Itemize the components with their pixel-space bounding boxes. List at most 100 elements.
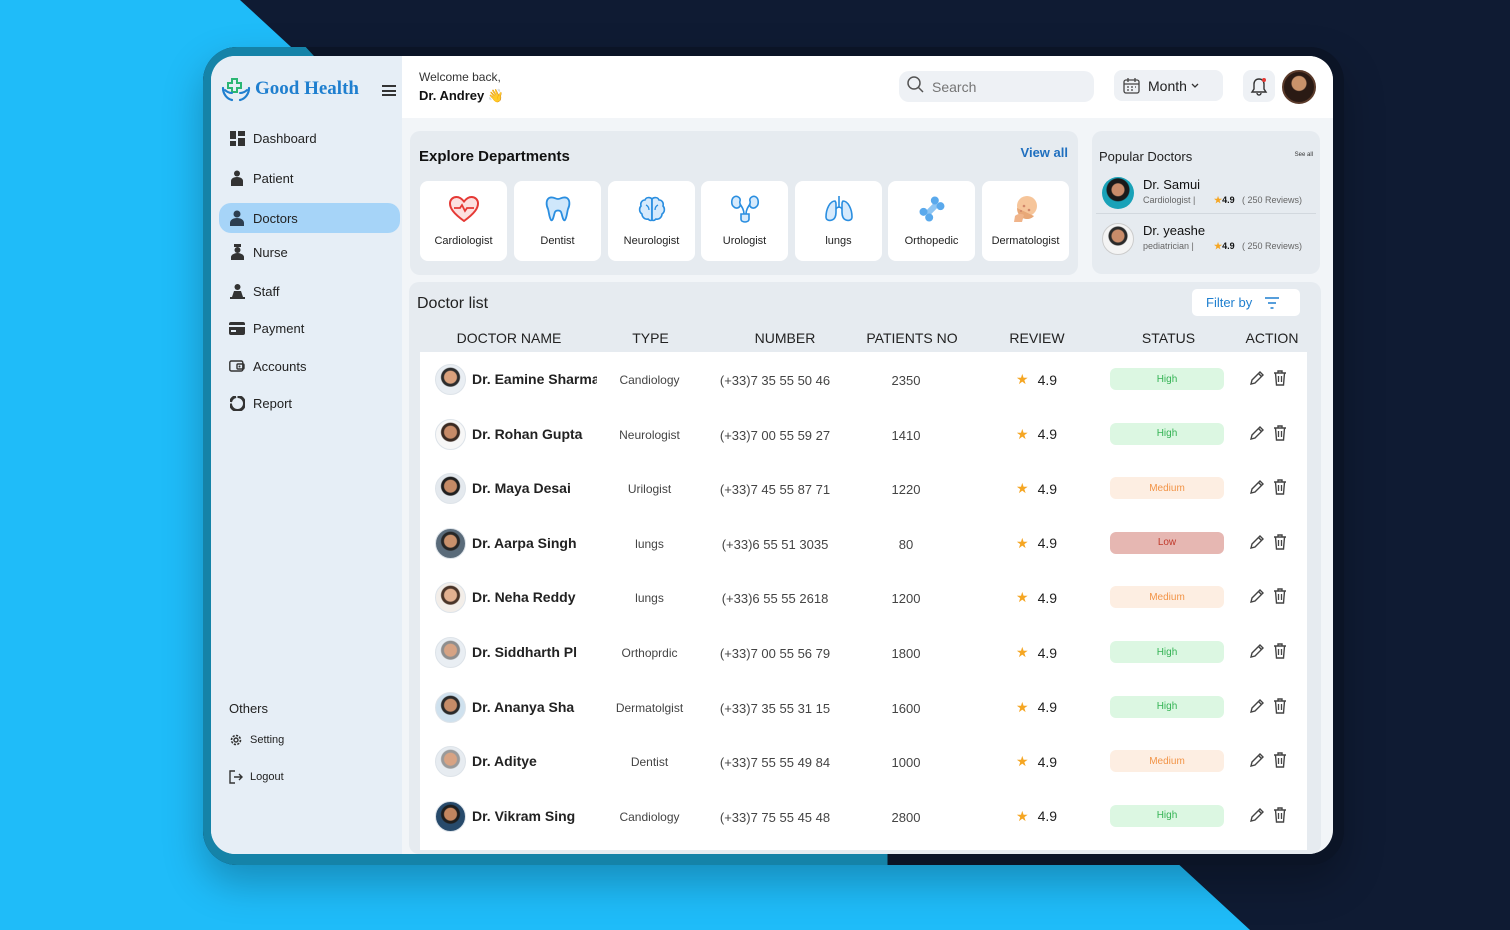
delete-icon[interactable] — [1273, 424, 1287, 441]
sidebar-item-dashboard[interactable]: Dashboard — [219, 123, 400, 153]
doctor-specialty: Cardiologist | — [1143, 195, 1196, 205]
brain-icon — [638, 194, 666, 224]
sidebar-item-label: Payment — [253, 320, 305, 336]
edit-icon[interactable] — [1249, 807, 1265, 823]
table-row[interactable]: Dr. Siddharth Pl Orthoprdic (+33)7 00 55… — [420, 626, 1307, 680]
table-row[interactable]: Dr. Adityе Dentist (+33)7 55 55 49 84 10… — [420, 735, 1307, 789]
sidebar-item-report[interactable]: Report — [219, 388, 400, 418]
popular-doctor-card[interactable]: Dr. Samui Cardiologist | ★4.9 ( 250 Revi… — [1102, 175, 1316, 215]
table-row[interactable]: Dr. Vikram Sing Candiology (+33)7 75 55 … — [420, 790, 1307, 844]
table-row[interactable]: Dr. Maya Desai Urilogist (+33)7 45 55 87… — [420, 462, 1307, 516]
sidebar-item-logout[interactable]: Logout — [229, 770, 284, 784]
avatar — [435, 637, 466, 668]
status-badge: Low — [1110, 531, 1224, 554]
view-all-link[interactable]: View all — [1021, 145, 1068, 160]
sidebar-item-staff[interactable]: Staff — [219, 276, 400, 306]
sidebar-item-setting[interactable]: Setting — [229, 733, 284, 747]
doctor-name: Dr. Aarpa Singh — [472, 534, 577, 551]
edit-icon[interactable] — [1249, 479, 1265, 495]
doctor-reviews: ( 250 Reviews) — [1242, 241, 1303, 251]
avatar — [1102, 223, 1134, 255]
department-card-lungs[interactable]: lungs — [795, 181, 882, 261]
avatar — [435, 418, 466, 450]
star-icon: ★ — [1016, 480, 1029, 497]
delete-icon[interactable] — [1273, 643, 1287, 659]
department-card-dentist[interactable]: Dentist — [514, 181, 601, 261]
delete-icon[interactable] — [1273, 534, 1287, 550]
sidebar-item-doctors[interactable]: Doctors — [219, 203, 400, 233]
delete-icon[interactable] — [1273, 479, 1287, 495]
table-row[interactable]: Dr. Ananya Sha Dermatolgist (+33)7 35 55… — [420, 681, 1307, 735]
app-name: Good Health — [255, 78, 359, 99]
edit-icon[interactable] — [1249, 370, 1265, 386]
doctor-name: Dr. Eamine Sharma — [472, 371, 597, 387]
department-card-neurologist[interactable]: Neurologist — [608, 181, 695, 261]
period-dropdown[interactable]: Month — [1114, 70, 1223, 101]
search-box[interactable] — [899, 71, 1094, 102]
table-row[interactable]: Dr. Neha Reddy lungs (+33)6 55 55 2618 1… — [420, 571, 1307, 625]
edit-icon[interactable] — [1249, 425, 1265, 441]
edit-icon[interactable] — [1249, 698, 1265, 714]
doctor-number: (+33)7 45 55 87 71 — [719, 482, 831, 498]
column-header: ACTION — [1245, 330, 1299, 346]
status-badge: Medium — [1110, 750, 1224, 773]
filter-button[interactable]: Filter by — [1192, 289, 1300, 316]
avatar — [435, 527, 466, 559]
heart-icon — [448, 194, 479, 224]
patients-count: 1410 — [891, 427, 921, 443]
see-all-link[interactable]: See all — [1295, 152, 1313, 158]
review-score: ★ 4.9 — [1016, 807, 1058, 825]
sidebar-item-accounts[interactable]: Accounts — [219, 351, 400, 381]
star-icon: ★ — [1016, 589, 1029, 606]
kidney-icon — [730, 194, 760, 224]
edit-icon[interactable] — [1249, 643, 1265, 659]
doctor-name: Dr. Vikram Sing — [472, 807, 576, 824]
edit-icon[interactable] — [1249, 588, 1265, 604]
logo[interactable]: Good Health — [221, 76, 359, 102]
doctor-name: Dr. Rohan Gupta — [472, 425, 583, 442]
status-badge: High — [1110, 641, 1224, 663]
table-row[interactable]: Dr. Eamine Sharma Candiology (+33)7 35 5… — [420, 353, 1307, 407]
edit-icon[interactable] — [1249, 752, 1265, 768]
doctor-name: Dr. Maya Desai — [472, 480, 571, 497]
skin-icon — [1011, 194, 1041, 224]
delete-icon[interactable] — [1273, 697, 1287, 714]
sidebar-item-nurse[interactable]: Nurse — [219, 237, 400, 267]
status-badge: High — [1110, 804, 1224, 827]
review-score: ★ 4.9 — [1016, 371, 1058, 388]
notification-button[interactable] — [1243, 70, 1275, 102]
nurse-icon — [229, 244, 245, 260]
column-header: REVIEW — [1009, 330, 1065, 346]
payment-icon — [229, 320, 245, 336]
doctor-table-body: Dr. Eamine Sharma Candiology (+33)7 35 5… — [420, 352, 1307, 850]
department-label: Dentist — [540, 235, 575, 247]
status-badge: High — [1110, 422, 1224, 445]
sidebar-item-patient[interactable]: Patient — [219, 163, 400, 193]
table-row[interactable]: Dr. Rohan Gupta Neurologist (+33)7 00 55… — [420, 408, 1307, 462]
department-card-dermatologist[interactable]: Dermatologist — [982, 181, 1069, 261]
doctor-number: (+33)7 35 55 31 15 — [719, 700, 831, 716]
search-input[interactable] — [932, 78, 1082, 95]
department-card-cardiologist[interactable]: Cardiologist — [420, 181, 507, 261]
divider — [1096, 213, 1316, 214]
popular-doctor-card[interactable]: Dr. yeashe pediatrician | ★4.9 ( 250 Rev… — [1102, 221, 1316, 261]
avatar — [435, 473, 466, 505]
edit-icon[interactable] — [1249, 534, 1265, 550]
sidebar-item-label: Doctors — [253, 210, 298, 226]
department-card-urologist[interactable]: Urologist — [701, 181, 788, 261]
medical-cross-logo-icon — [221, 78, 251, 102]
doctor-type: Candiology — [619, 809, 680, 824]
delete-icon[interactable] — [1273, 370, 1287, 386]
department-card-orthopedic[interactable]: Orthopedic — [888, 181, 975, 261]
delete-icon[interactable] — [1273, 807, 1287, 823]
user-avatar[interactable] — [1282, 70, 1316, 104]
delete-icon[interactable] — [1273, 588, 1287, 605]
table-row[interactable]: Dr. Aarpa Singh lungs (+33)6 55 51 3035 … — [420, 517, 1307, 571]
doctor-name: Dr. Adityе — [472, 753, 537, 770]
sidebar-item-payment[interactable]: Payment — [219, 313, 400, 343]
hamburger-menu-icon[interactable] — [382, 85, 396, 96]
star-icon: ★ — [1214, 195, 1223, 205]
avatar — [435, 746, 466, 778]
sidebar: Good Health Dashboard Patient Doctors Nu… — [211, 56, 402, 854]
delete-icon[interactable] — [1273, 752, 1287, 768]
